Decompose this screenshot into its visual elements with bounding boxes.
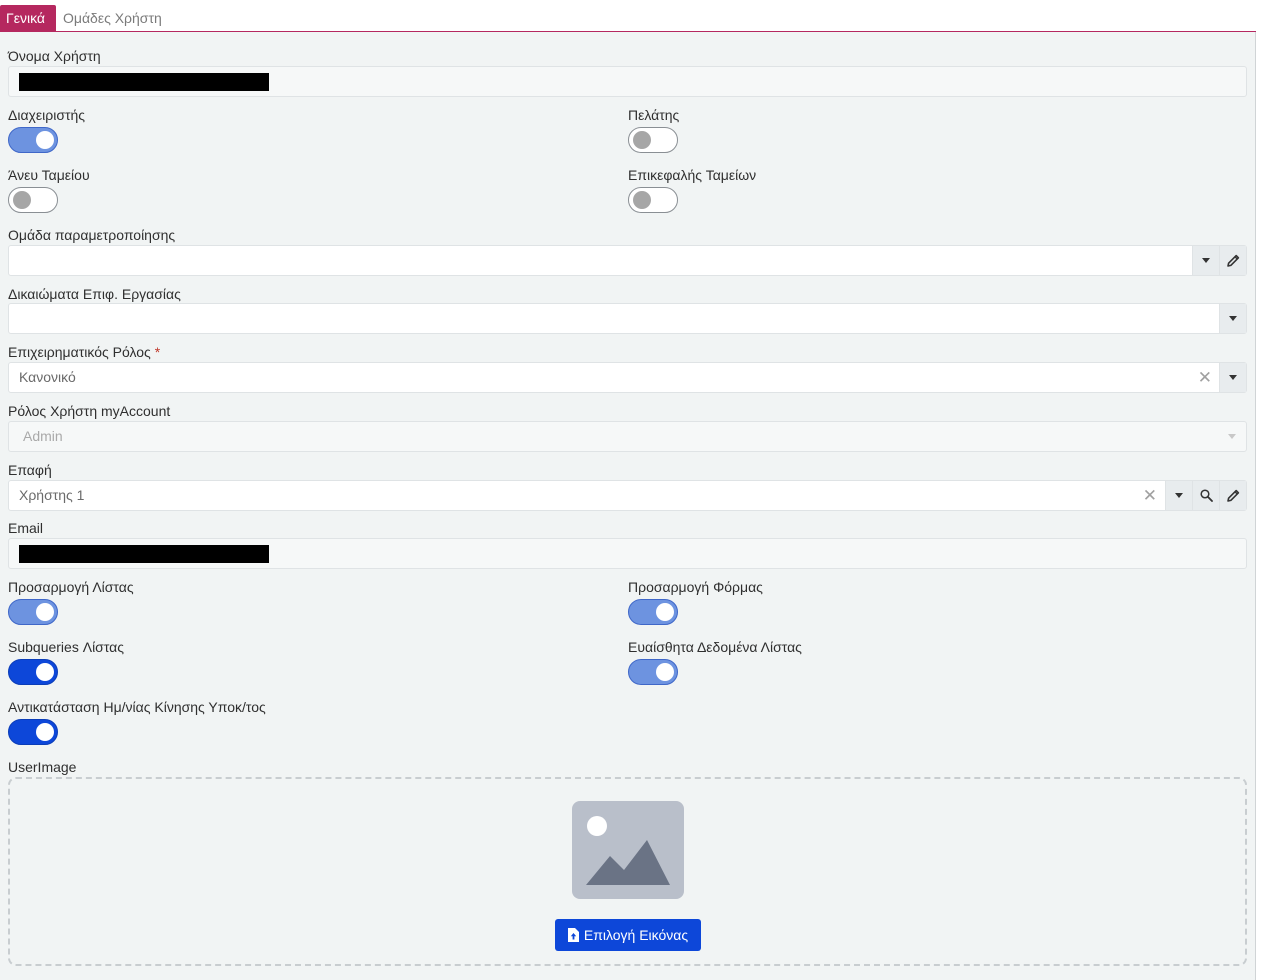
form-customization-toggle[interactable] bbox=[628, 599, 678, 625]
list-customization-label: Προσαρμογή Λίστας bbox=[8, 579, 134, 595]
param-group-label: Ομάδα παραμετροποίησης bbox=[8, 227, 176, 243]
caret-down-icon bbox=[1175, 493, 1183, 498]
contact-select[interactable]: Χρήστης 1 ✕ bbox=[8, 480, 1247, 511]
pencil-icon bbox=[1226, 254, 1239, 267]
business-role-label-text: Επιχειρηματικός Ρόλος bbox=[8, 344, 151, 360]
toggle-knob bbox=[36, 663, 54, 681]
head-cashiers-toggle[interactable] bbox=[628, 187, 678, 213]
myaccount-role-value: Admin bbox=[23, 428, 63, 444]
business-role-value: Κανονικό bbox=[19, 369, 76, 385]
caret-down-icon bbox=[1228, 434, 1236, 439]
replace-branch-date-label: Αντικατάσταση Ημ/νίας Κίνησης Υποκ/τος bbox=[8, 699, 266, 715]
upload-icon bbox=[567, 928, 579, 942]
list-subqueries-label: Subqueries Λίστας bbox=[8, 639, 124, 655]
caret-down-icon bbox=[1229, 375, 1237, 380]
workspace-rights-select[interactable] bbox=[8, 303, 1247, 334]
username-redacted-value bbox=[19, 73, 269, 91]
myaccount-role-label: Ρόλος Χρήστη myAccount bbox=[8, 403, 171, 419]
replace-branch-date-toggle[interactable] bbox=[8, 719, 58, 745]
param-group-select[interactable] bbox=[8, 245, 1247, 276]
tab-user-groups[interactable]: Ομάδες Χρήστη bbox=[57, 5, 168, 31]
caret-down-icon bbox=[1229, 316, 1237, 321]
email-label: Email bbox=[8, 520, 44, 536]
contact-dropdown-button[interactable] bbox=[1165, 481, 1192, 510]
pencil-icon bbox=[1226, 489, 1239, 502]
search-icon bbox=[1199, 489, 1213, 502]
admin-toggle[interactable] bbox=[8, 127, 58, 153]
email-redacted-value bbox=[19, 545, 269, 563]
list-subqueries-toggle[interactable] bbox=[8, 659, 58, 685]
toggle-knob bbox=[633, 131, 651, 149]
select-image-button-label: Επιλογή Εικόνας bbox=[583, 927, 689, 943]
user-image-dropzone[interactable]: Επιλογή Εικόνας bbox=[8, 777, 1247, 966]
toggle-knob bbox=[656, 603, 674, 621]
business-role-label: Επιχειρηματικός Ρόλος * bbox=[8, 344, 160, 360]
business-role-select[interactable]: Κανονικό ✕ bbox=[8, 362, 1247, 393]
workspace-rights-dropdown-button[interactable] bbox=[1219, 304, 1246, 333]
caret-down-icon bbox=[1202, 258, 1210, 263]
contact-label: Επαφή bbox=[8, 462, 52, 478]
toggle-knob bbox=[36, 603, 54, 621]
param-group-edit-button[interactable] bbox=[1219, 246, 1246, 275]
tab-general[interactable]: Γενικά bbox=[0, 5, 56, 31]
select-image-button[interactable]: Επιλογή Εικόνας bbox=[555, 919, 701, 951]
business-role-dropdown-button[interactable] bbox=[1219, 363, 1246, 392]
user-image-label: UserImage bbox=[8, 759, 77, 775]
toggle-knob bbox=[656, 663, 674, 681]
toggle-knob bbox=[36, 131, 54, 149]
form-panel: Όνομα Χρήστη Διαχειριστής Πελάτης Άνευ Τ… bbox=[0, 32, 1256, 980]
clear-icon[interactable]: ✕ bbox=[1198, 363, 1212, 392]
contact-edit-button[interactable] bbox=[1219, 481, 1246, 510]
no-cashier-label: Άνευ Ταμείου bbox=[8, 167, 90, 183]
admin-label: Διαχειριστής bbox=[8, 107, 86, 123]
toggle-knob bbox=[13, 191, 31, 209]
sensitive-list-data-toggle[interactable] bbox=[628, 659, 678, 685]
image-placeholder-icon bbox=[572, 801, 684, 899]
customer-toggle[interactable] bbox=[628, 127, 678, 153]
customer-label: Πελάτης bbox=[628, 107, 680, 123]
contact-search-button[interactable] bbox=[1192, 481, 1219, 510]
toggle-knob bbox=[36, 723, 54, 741]
email-field[interactable] bbox=[8, 538, 1247, 569]
username-label: Όνομα Χρήστη bbox=[8, 48, 101, 64]
required-marker: * bbox=[154, 344, 161, 360]
myaccount-role-select: Admin bbox=[8, 421, 1247, 452]
tab-bar: Γενικά Ομάδες Χρήστη bbox=[0, 5, 1256, 32]
toggle-knob bbox=[633, 191, 651, 209]
head-cashiers-label: Επικεφαλής Ταμείων bbox=[628, 167, 757, 183]
sensitive-list-data-label: Ευαίσθητα Δεδομένα Λίστας bbox=[628, 639, 802, 655]
list-customization-toggle[interactable] bbox=[8, 599, 58, 625]
contact-value: Χρήστης 1 bbox=[19, 487, 85, 503]
form-customization-label: Προσαρμογή Φόρμας bbox=[628, 579, 763, 595]
username-field[interactable] bbox=[8, 66, 1247, 97]
clear-icon[interactable]: ✕ bbox=[1143, 481, 1157, 510]
no-cashier-toggle[interactable] bbox=[8, 187, 58, 213]
param-group-dropdown-button[interactable] bbox=[1192, 246, 1219, 275]
workspace-rights-label: Δικαιώματα Επιφ. Εργασίας bbox=[8, 286, 181, 302]
